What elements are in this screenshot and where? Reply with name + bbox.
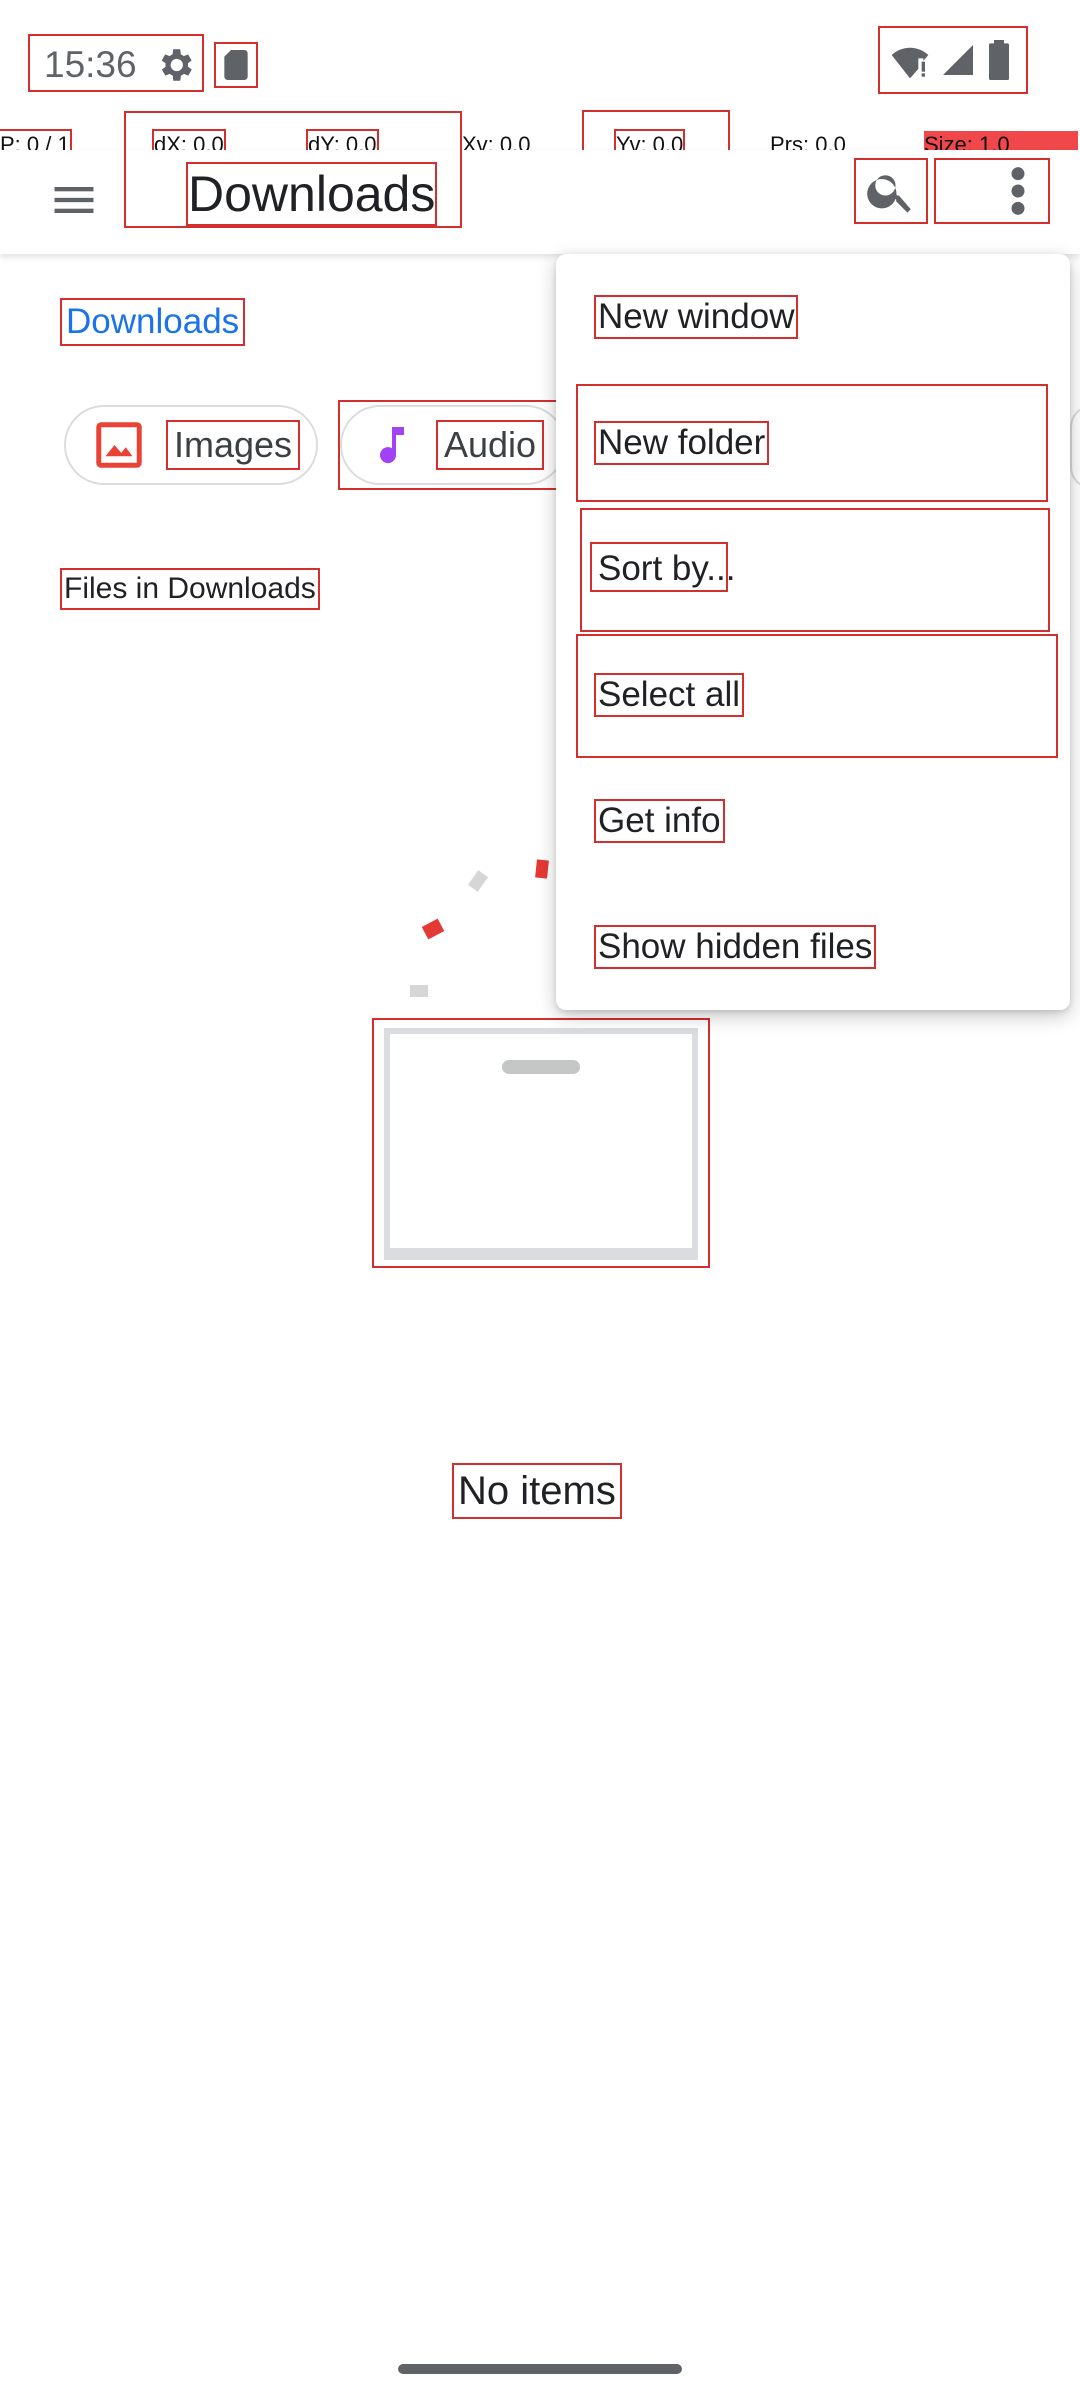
status-time: 15:36 [44, 44, 137, 85]
search-icon [867, 175, 911, 213]
chip-images-label: Images [165, 420, 301, 470]
menu-item-show-hidden-files[interactable]: Show hidden files [556, 884, 1070, 1010]
signal-icon [943, 45, 973, 75]
menu-item-highlight [576, 634, 1058, 758]
breadcrumb[interactable]: Downloads [59, 298, 246, 346]
gesture-navigation-bar[interactable] [398, 2364, 682, 2374]
menu-item-new-folder[interactable]: New folder [556, 380, 1070, 506]
page-title: Downloads [185, 162, 438, 226]
section-label: Files in Downloads [60, 568, 320, 610]
menu-item-highlight [576, 384, 1048, 502]
more-vert-icon [1011, 167, 1025, 215]
hamburger-menu-icon[interactable] [48, 174, 100, 226]
more-options-button[interactable] [934, 158, 1050, 224]
loading-spinner-icon [410, 859, 549, 997]
wifi-icon [891, 47, 929, 79]
menu-item-label: New window [593, 295, 799, 339]
gear-icon [154, 44, 196, 86]
menu-item-new-window[interactable]: New window [556, 254, 1070, 380]
chip-images[interactable]: Images [64, 405, 318, 485]
menu-item-label: Get info [594, 799, 725, 843]
chip-overflow-edge [1070, 405, 1080, 489]
music-note-icon [380, 427, 404, 464]
overflow-menu: New window New folder Sort by... Select … [556, 254, 1070, 1010]
menu-item-label: Show hidden files [593, 925, 877, 969]
empty-folder-illustration [372, 1018, 710, 1268]
chip-audio[interactable]: Audio [340, 405, 566, 485]
image-icon [96, 422, 142, 468]
sd-card-icon [214, 42, 258, 88]
menu-item-get-info[interactable]: Get info [556, 758, 1070, 884]
chip-audio-label: Audio [435, 420, 545, 470]
menu-item-select-all[interactable]: Select all [556, 632, 1070, 758]
menu-item-sort-by[interactable]: Sort by... [556, 506, 1070, 632]
empty-state-message: No items [452, 1463, 622, 1519]
menu-item-label-box [590, 542, 728, 592]
search-button[interactable] [854, 158, 928, 224]
battery-icon [989, 40, 1009, 80]
status-icons [878, 26, 1028, 94]
